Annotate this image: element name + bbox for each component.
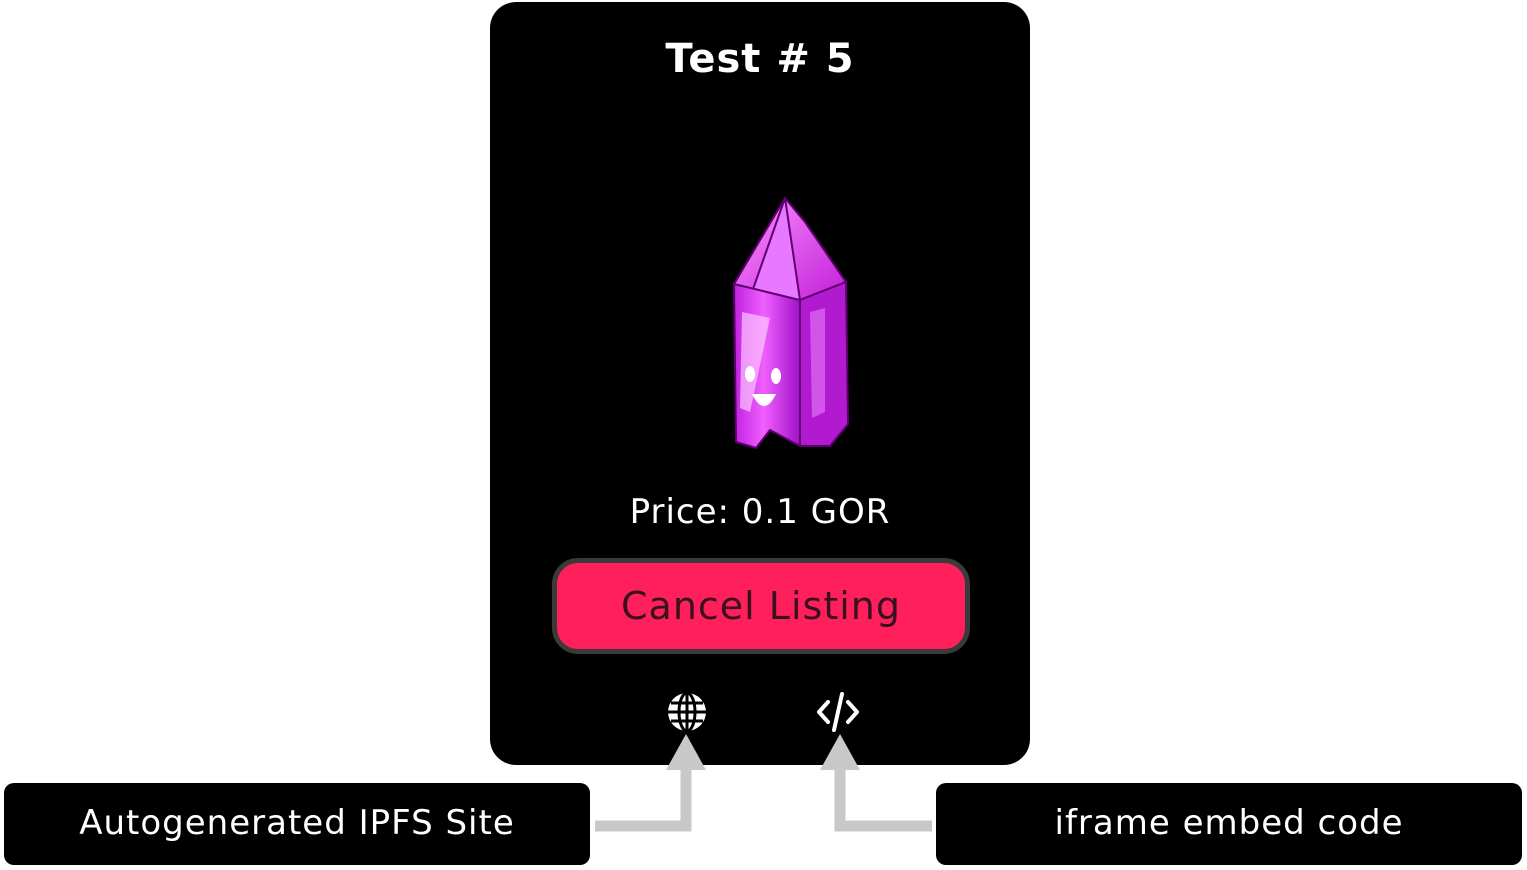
code-brackets-icon[interactable] (816, 690, 860, 734)
callout-ipfs-site: Autogenerated IPFS Site (4, 783, 590, 865)
page: Test # 5 Price: 0.1 GOR Cancel Listing A… (0, 0, 1527, 870)
pink-crystal-icon (732, 196, 850, 450)
nft-card: Test # 5 Price: 0.1 GOR Cancel Listing (490, 2, 1030, 765)
globe-icon[interactable] (665, 690, 709, 734)
callout-iframe-embed: iframe embed code (936, 783, 1522, 865)
price-label: Price: 0.1 GOR (629, 492, 891, 532)
card-title: Test # 5 (665, 36, 855, 82)
cancel-listing-button[interactable]: Cancel Listing (552, 558, 970, 654)
